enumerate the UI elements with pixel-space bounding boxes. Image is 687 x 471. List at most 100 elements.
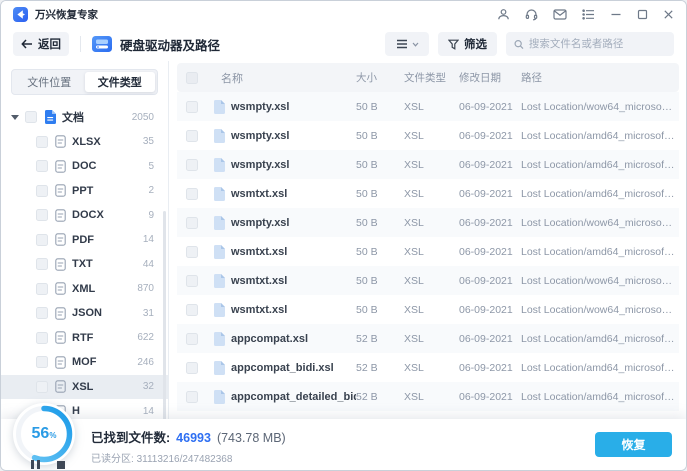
row-checkbox[interactable]	[186, 217, 198, 229]
table-row[interactable]: wsmpty.xsl 50 B XSL 06-09-2021 Lost Loca…	[177, 92, 679, 121]
pause-button[interactable]	[31, 460, 40, 469]
document-outline-icon	[55, 380, 66, 393]
table-row[interactable]: wsmtxt.xsl 50 B XSL 06-09-2021 Lost Loca…	[177, 179, 679, 208]
file-path: Lost Location/amd64_microsoft-wind...	[521, 188, 679, 200]
filter-button[interactable]: 筛选	[438, 32, 497, 56]
file-type: XSL	[404, 217, 459, 229]
minimize-icon[interactable]	[610, 8, 622, 20]
sidebar-item[interactable]: DOCX 9	[1, 203, 168, 228]
caret-down-icon[interactable]	[11, 115, 19, 120]
view-mode-button[interactable]	[385, 32, 429, 56]
checkbox[interactable]	[25, 111, 37, 123]
list-view-icon	[396, 39, 408, 49]
row-checkbox[interactable]	[186, 188, 198, 200]
checkbox[interactable]	[36, 381, 48, 393]
recover-button[interactable]: 恢复	[595, 432, 672, 457]
scan-summary: 已找到文件数: 46993 (743.78 MB) 已读分区: 31113216…	[91, 427, 286, 465]
row-checkbox[interactable]	[186, 275, 198, 287]
maximize-icon[interactable]	[637, 9, 648, 20]
checkbox[interactable]	[36, 234, 48, 246]
table-row[interactable]: wsmtxt.xsl 50 B XSL 06-09-2021 Lost Loca…	[177, 237, 679, 266]
partition-progress: 已读分区: 31113216/247482368	[91, 450, 286, 465]
sidebar-item[interactable]: XML 870	[1, 277, 168, 302]
sidebar-item[interactable]: DOC 5	[1, 154, 168, 179]
file-type: XSL	[404, 159, 459, 171]
table-row[interactable]: appcompat_bidi.xsl 52 B XSL 06-09-2021 L…	[177, 353, 679, 382]
checkbox[interactable]	[36, 160, 48, 172]
user-icon[interactable]	[497, 8, 510, 21]
row-checkbox[interactable]	[186, 391, 198, 403]
file-type: XSL	[404, 391, 459, 403]
file-name: wsmtxt.xsl	[231, 304, 356, 316]
sidebar-item-count: 2	[148, 185, 154, 196]
table-row[interactable]: appcompat_detailed_bidi.xsl 52 B XSL 06-…	[177, 382, 679, 411]
column-header-name[interactable]: 名称	[207, 70, 356, 86]
tab-file-type[interactable]: 文件类型	[85, 72, 156, 92]
file-size: 50 B	[356, 101, 404, 113]
sidebar-item[interactable]: PPT 2	[1, 179, 168, 204]
tab-file-location[interactable]: 文件位置	[14, 72, 85, 92]
chevron-down-icon	[412, 42, 419, 47]
checkbox[interactable]	[36, 185, 48, 197]
file-name: wsmpty.xsl	[231, 217, 356, 229]
app-title: 万兴恢复专家	[35, 7, 98, 22]
file-path: Lost Location/wow64_microsoft-wind...	[521, 217, 679, 229]
sidebar-item[interactable]: JSON 31	[1, 301, 168, 326]
file-date: 06-09-2021	[459, 333, 521, 345]
search-input[interactable]	[529, 38, 666, 50]
document-outline-icon	[55, 356, 66, 369]
checkbox[interactable]	[36, 283, 48, 295]
column-header-date[interactable]: 修改日期	[459, 70, 521, 85]
table-row[interactable]: wsmpty.xsl 50 B XSL 06-09-2021 Lost Loca…	[177, 121, 679, 150]
document-outline-icon	[55, 331, 66, 344]
column-header-path[interactable]: 路径	[521, 70, 679, 85]
table-row[interactable]: wsmtxt.xsl 50 B XSL 06-09-2021 Lost Loca…	[177, 266, 679, 295]
file-name: wsmtxt.xsl	[231, 246, 356, 258]
checkbox[interactable]	[36, 136, 48, 148]
file-size: 50 B	[356, 130, 404, 142]
row-checkbox[interactable]	[186, 362, 198, 374]
row-checkbox[interactable]	[186, 246, 198, 258]
headset-icon[interactable]	[525, 8, 538, 21]
row-checkbox[interactable]	[186, 159, 198, 171]
row-checkbox[interactable]	[186, 333, 198, 345]
sidebar-scrollbar[interactable]	[163, 211, 166, 451]
sidebar-item[interactable]: RTF 622	[1, 326, 168, 351]
menu-icon[interactable]	[582, 9, 595, 20]
tree-root-documents[interactable]: 文档 2050	[1, 105, 168, 130]
file-type: XSL	[404, 362, 459, 374]
sidebar-item[interactable]: PDF 14	[1, 228, 168, 253]
file-type: XSL	[404, 101, 459, 113]
select-all-checkbox[interactable]	[186, 72, 198, 84]
table-row[interactable]: appcompat.xsl 52 B XSL 06-09-2021 Lost L…	[177, 324, 679, 353]
column-header-size[interactable]: 大小	[356, 70, 404, 85]
file-size: 50 B	[356, 188, 404, 200]
sidebar-item[interactable]: TXT 44	[1, 252, 168, 277]
row-checkbox[interactable]	[186, 130, 198, 142]
table-row[interactable]: wsmpty.xsl 50 B XSL 06-09-2021 Lost Loca…	[177, 208, 679, 237]
checkbox[interactable]	[36, 258, 48, 270]
sidebar-item[interactable]: XLSX 35	[1, 130, 168, 155]
back-button[interactable]: 返回	[13, 32, 69, 56]
close-icon[interactable]	[663, 9, 674, 20]
checkbox[interactable]	[36, 332, 48, 344]
sidebar-item-count: 5	[148, 161, 154, 172]
title-bar: 万兴恢复专家	[1, 1, 686, 27]
row-checkbox[interactable]	[186, 101, 198, 113]
checkbox[interactable]	[36, 209, 48, 221]
file-icon	[207, 216, 231, 230]
checkbox[interactable]	[36, 307, 48, 319]
document-outline-icon	[55, 282, 66, 295]
stop-button[interactable]	[57, 461, 65, 469]
row-checkbox[interactable]	[186, 304, 198, 316]
column-header-type[interactable]: 文件类型	[404, 70, 459, 85]
mail-icon[interactable]	[553, 9, 567, 20]
search-icon	[514, 39, 524, 50]
table-row[interactable]: wsmpty.xsl 50 B XSL 06-09-2021 Lost Loca…	[177, 150, 679, 179]
sidebar-item[interactable]: MOF 246	[1, 350, 168, 375]
sidebar-item[interactable]: XSL 32	[1, 375, 168, 400]
checkbox[interactable]	[36, 356, 48, 368]
sidebar-item-label: TXT	[72, 258, 93, 270]
table-row[interactable]: wsmtxt.xsl 50 B XSL 06-09-2021 Lost Loca…	[177, 295, 679, 324]
scan-progress-ring: 56%	[13, 403, 75, 465]
